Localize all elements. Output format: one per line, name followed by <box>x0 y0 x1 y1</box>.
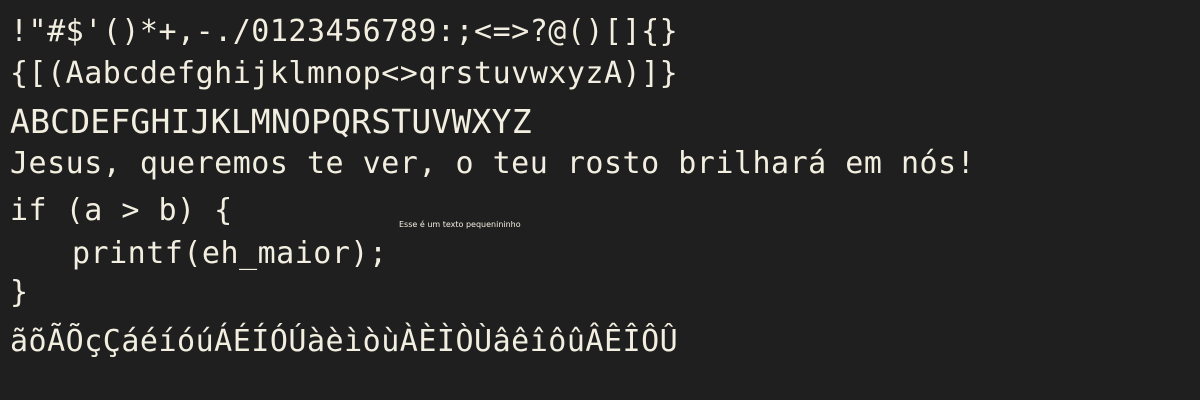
code-close-brace-line: } <box>10 275 29 310</box>
accented-characters-line: ãõÃÕçÇáéíóúÁÉÍÓÚàèìòùÀÈÌÒÙâêîôûÂÊÎÔÛ <box>10 324 679 359</box>
font-preview-canvas: !"#$'()*+,-./0123456789:;<=>?@()[]{} {[(… <box>0 0 1200 400</box>
code-if-line: if (a > b) { <box>10 193 233 228</box>
small-text-sample: Esse é um texto pequenininho <box>399 220 521 229</box>
sample-sentence-line: Jesus, queremos te ver, o teu rosto bril… <box>10 146 976 181</box>
punctuation-digits-line: !"#$'()*+,-./0123456789:;<=>?@()[]{} <box>10 14 679 49</box>
uppercase-alphabet-line: ABCDEFGHIJKLMNOPQRSTUVWXYZ <box>10 102 532 141</box>
code-printf-line: printf(eh_maior); <box>72 236 388 271</box>
lowercase-alphabet-line: {[(Aabcdefghijklmnop<>qrstuvwxyzA)]} <box>10 56 679 91</box>
